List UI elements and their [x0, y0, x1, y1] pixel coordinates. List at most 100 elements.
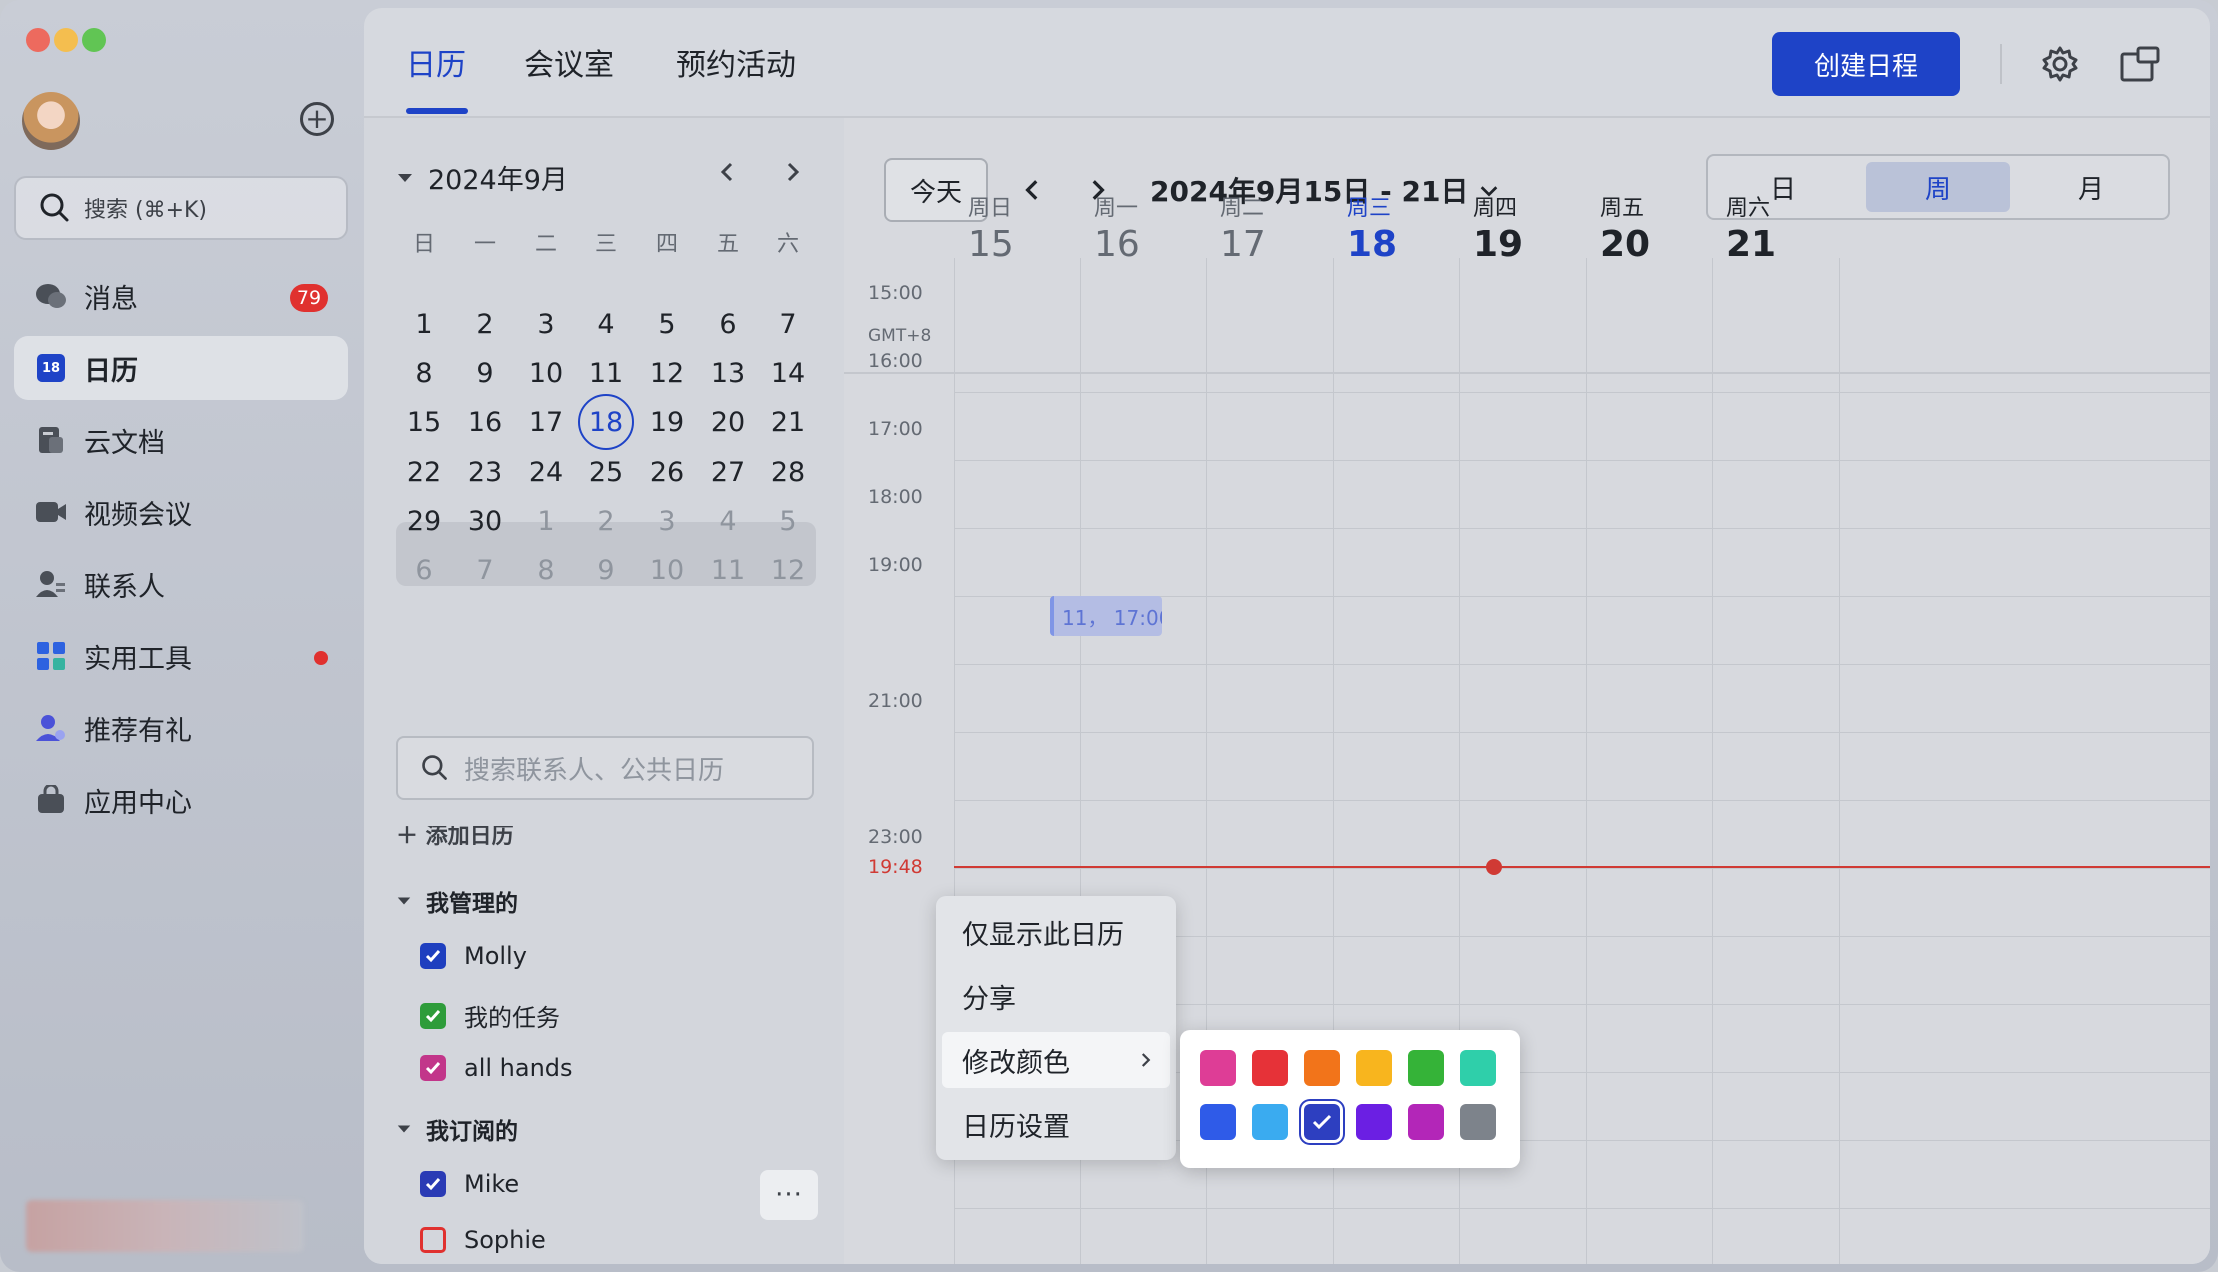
day-header-number[interactable]: 17: [1220, 224, 1266, 265]
color-swatch[interactable]: [1356, 1104, 1392, 1140]
calendar-item-sophie[interactable]: Sophie: [420, 1226, 546, 1254]
sidebar-item-label: 日历: [84, 355, 138, 387]
calendar-search-input[interactable]: 搜索联系人、公共日历: [396, 736, 814, 800]
calendar-checkbox[interactable]: [420, 1227, 446, 1253]
calendar-checkbox[interactable]: [420, 1002, 446, 1029]
mini-calendar-day[interactable]: 12: [758, 540, 818, 600]
check-icon: [425, 1062, 441, 1075]
calendar-event[interactable]: 11， 17:00 - 17: [1050, 596, 1162, 636]
day-header-name: 周六: [1726, 196, 1771, 221]
pop-out-window-icon[interactable]: [2120, 46, 2160, 82]
calendar-checkbox[interactable]: [420, 1171, 446, 1197]
weekday-label: 一: [473, 232, 496, 257]
sidebar-item-label: 消息: [84, 283, 138, 315]
sidebar-search[interactable]: 搜索 (⌘+K): [14, 176, 348, 240]
mini-calendar-day[interactable]: 9: [576, 540, 636, 600]
calendar-checkbox[interactable]: [420, 1055, 446, 1081]
calendar-item-molly[interactable]: Molly: [420, 942, 527, 970]
color-swatch[interactable]: [1356, 1050, 1392, 1086]
tab-booking[interactable]: 预约活动: [676, 40, 796, 84]
chat-bubble-icon: [34, 279, 68, 313]
sidebar-item-label: 联系人: [84, 571, 165, 603]
app-center-icon: [34, 783, 68, 817]
tab-meeting-rooms[interactable]: 会议室: [524, 40, 614, 84]
tab-calendar[interactable]: 日历: [406, 40, 466, 84]
view-switcher: 日 周 月: [1706, 154, 2170, 220]
section-title: 我管理的: [426, 891, 518, 917]
calendar-item-mike[interactable]: Mike: [420, 1170, 519, 1198]
day-column-divider: [1712, 258, 1713, 1264]
day-header-number[interactable]: 20: [1600, 224, 1650, 265]
sidebar-item-referral[interactable]: 推荐有礼: [14, 696, 348, 760]
menu-item-change-color[interactable]: 修改颜色: [942, 1032, 1170, 1088]
mini-calendar-day[interactable]: 6: [394, 540, 454, 600]
calendar-icon: 18: [34, 351, 68, 385]
subscribed-calendars-header[interactable]: 我订阅的: [396, 1112, 518, 1146]
plus-circle-icon[interactable]: +: [300, 102, 334, 136]
sidebar-item-messages[interactable]: 消息 79: [14, 264, 348, 328]
sidebar-item-app-center[interactable]: 应用中心: [14, 768, 348, 832]
color-swatch[interactable]: [1252, 1050, 1288, 1086]
calendar-side-panel: 2024年9月 日 一 二 三 四 五 六 1 2 3 4 5 6 7 8 9 10 11 12 13 1…: [364, 118, 844, 1264]
sidebar-item-label: 视频会议: [84, 499, 192, 531]
sidebar: + 搜索 (⌘+K) 消息 79 18 日历 云文档 视频会议 联系人 实用工具…: [0, 0, 364, 1272]
calendar-name: Molly: [464, 942, 527, 970]
menu-item-show-only[interactable]: 仅显示此日历: [942, 904, 1170, 960]
hour-label: 21:00: [868, 690, 923, 712]
current-time-label: 19:48: [868, 856, 923, 878]
mini-calendar-day[interactable]: 10: [637, 540, 697, 600]
color-picker: [1180, 1030, 1520, 1168]
more-dots-icon[interactable]: ···: [760, 1170, 818, 1220]
collapse-triangle-icon[interactable]: [396, 169, 414, 187]
calendar-checkbox[interactable]: [420, 943, 446, 969]
menu-item-share[interactable]: 分享: [942, 968, 1170, 1024]
color-swatch[interactable]: [1460, 1104, 1496, 1140]
calendar-context-menu: 仅显示此日历 分享 修改颜色 日历设置: [936, 896, 1176, 1160]
day-header-number[interactable]: 18: [1347, 224, 1397, 265]
menu-item-calendar-settings[interactable]: 日历设置: [942, 1096, 1170, 1152]
sidebar-item-tools[interactable]: 实用工具: [14, 624, 348, 688]
mini-calendar-title: 2024年9月: [428, 165, 568, 196]
check-icon: [1312, 1114, 1332, 1130]
day-header-number[interactable]: 15: [968, 224, 1014, 265]
chevron-left-icon[interactable]: [1020, 176, 1046, 204]
view-week-button[interactable]: 周: [1866, 162, 2010, 212]
mini-calendar-day[interactable]: 8: [516, 540, 576, 600]
avatar[interactable]: [22, 92, 80, 150]
mini-calendar-day[interactable]: 11: [698, 540, 758, 600]
tools-icon: [34, 639, 68, 673]
color-swatch[interactable]: [1252, 1104, 1288, 1140]
sidebar-item-video[interactable]: 视频会议: [14, 480, 348, 544]
mini-calendar-day[interactable]: 7: [455, 540, 515, 600]
gear-icon[interactable]: [2040, 44, 2080, 84]
day-header-number[interactable]: 16: [1094, 224, 1140, 265]
sidebar-item-docs[interactable]: 云文档: [14, 408, 348, 472]
chevron-right-icon[interactable]: [780, 160, 804, 184]
chevron-left-icon[interactable]: [716, 160, 740, 184]
calendar-item-my-tasks[interactable]: 我的任务: [420, 998, 560, 1033]
day-header-name: 周五: [1600, 196, 1645, 221]
hour-divider: [954, 392, 2210, 393]
view-month-button[interactable]: 月: [2016, 156, 2166, 218]
sidebar-item-calendar[interactable]: 18 日历: [14, 336, 348, 400]
add-calendar-button[interactable]: ＋ 添加日历: [396, 826, 514, 850]
managed-calendars-header[interactable]: 我管理的: [396, 884, 518, 918]
unread-badge: 79: [290, 284, 328, 312]
referral-icon: [34, 711, 68, 745]
color-swatch[interactable]: [1460, 1050, 1496, 1086]
color-swatch[interactable]: [1200, 1050, 1236, 1086]
color-swatch[interactable]: [1304, 1050, 1340, 1086]
header-divider: [844, 372, 2210, 374]
color-swatch[interactable]: [1200, 1104, 1236, 1140]
color-swatch[interactable]: [1408, 1050, 1444, 1086]
calendar-item-all-hands[interactable]: all hands: [420, 1054, 573, 1082]
date-range-picker[interactable]: 2024年9月15日 - 21日: [1150, 170, 1500, 210]
color-swatch[interactable]: [1304, 1104, 1340, 1140]
section-title: 我订阅的: [426, 1119, 518, 1145]
profile-footer[interactable]: [26, 1200, 304, 1252]
day-header-number[interactable]: 21: [1726, 224, 1776, 265]
create-event-button[interactable]: 创建日程: [1772, 32, 1960, 96]
day-header-number[interactable]: 19: [1473, 224, 1523, 265]
sidebar-item-contacts[interactable]: 联系人: [14, 552, 348, 616]
color-swatch[interactable]: [1408, 1104, 1444, 1140]
